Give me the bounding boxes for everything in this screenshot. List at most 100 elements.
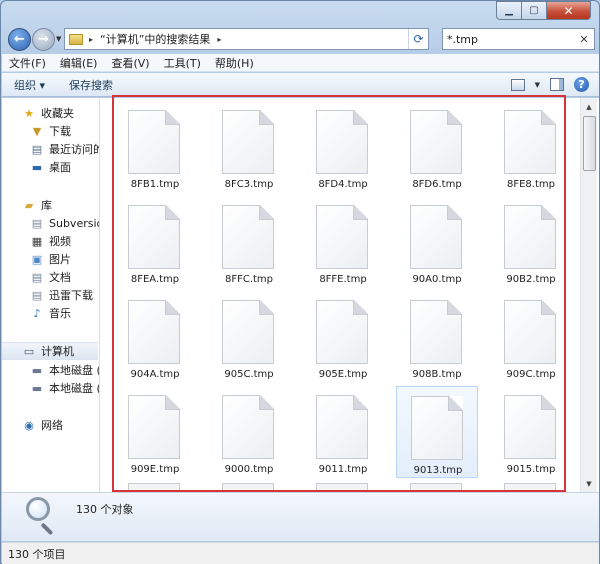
nav-local-disk-d[interactable]: ▬ 本地磁盘 (D bbox=[30, 379, 99, 397]
subversion-library-icon: ▤ bbox=[31, 216, 43, 230]
search-input[interactable]: *.tmp bbox=[447, 33, 478, 46]
save-search-button[interactable]: 保存搜索 bbox=[57, 77, 125, 93]
nav-pictures[interactable]: ▣ 图片 bbox=[30, 250, 71, 268]
file-name: 908B.tmp bbox=[412, 369, 462, 380]
organize-button[interactable]: 组织 ▾ bbox=[2, 77, 57, 93]
nav-recent-places[interactable]: ▤ 最近访问的 bbox=[30, 140, 100, 158]
file-item[interactable]: 908B.tmp bbox=[396, 291, 478, 383]
nav-downloads[interactable]: ▼ 下载 bbox=[30, 122, 71, 140]
nav-music[interactable]: ♪ 音乐 bbox=[30, 304, 71, 322]
tmp-file-icon bbox=[316, 205, 368, 269]
file-item[interactable]: 8FFC.tmp bbox=[208, 196, 290, 288]
nav-label: 本地磁盘 (D bbox=[49, 382, 99, 395]
scroll-up-icon[interactable]: ▲ bbox=[581, 98, 597, 115]
file-item[interactable]: 8FE8.tmp bbox=[490, 101, 572, 193]
nav-label: 计算机 bbox=[41, 345, 74, 358]
downloads-folder-icon: ▼ bbox=[32, 124, 42, 138]
back-arrow-icon: ← bbox=[14, 32, 25, 47]
file-name: 9015.tmp bbox=[506, 464, 556, 475]
breadcrumb-chevron-icon[interactable]: ▸ bbox=[214, 35, 224, 44]
maximize-icon: ▢ bbox=[529, 5, 539, 16]
file-item[interactable]: 8FC3.tmp bbox=[208, 101, 290, 193]
search-box[interactable]: *.tmp ✕ bbox=[442, 28, 595, 50]
nav-favorites[interactable]: ★ 收藏夹 bbox=[22, 104, 74, 122]
nav-libraries[interactable]: ▰ 库 bbox=[22, 196, 52, 214]
tmp-file-icon bbox=[128, 110, 180, 174]
file-name: 909E.tmp bbox=[130, 464, 180, 475]
file-name: 8FEA.tmp bbox=[130, 274, 180, 285]
file-item[interactable]: 904A.tmp bbox=[114, 291, 196, 383]
breadcrumb-search-results[interactable]: “计算机”中的搜索结果 bbox=[96, 29, 214, 49]
recent-pages-dropdown-icon[interactable]: ▼ bbox=[56, 35, 61, 43]
nav-computer[interactable]: ▭ 计算机 bbox=[2, 342, 98, 360]
file-item[interactable]: 909E.tmp bbox=[114, 386, 196, 478]
refresh-icon[interactable]: ⟳ bbox=[408, 29, 428, 49]
view-options-dropdown-icon[interactable]: ▼ bbox=[535, 81, 540, 89]
change-view-icon[interactable] bbox=[510, 78, 525, 91]
nav-label: 下载 bbox=[49, 125, 71, 138]
file-item[interactable]: 9013.tmp bbox=[396, 386, 478, 478]
help-icon[interactable]: ? bbox=[574, 77, 589, 92]
file-item[interactable]: 90B2.tmp bbox=[490, 196, 572, 288]
tmp-file-icon bbox=[504, 483, 556, 492]
details-pane: 130 个对象 bbox=[2, 492, 599, 541]
minimize-button[interactable]: ▁ bbox=[496, 1, 522, 20]
xunlei-folder-icon: ▤ bbox=[31, 288, 43, 302]
clear-search-icon[interactable]: ✕ bbox=[574, 33, 594, 46]
nav-xunlei-downloads[interactable]: ▤ 迅雷下载 bbox=[30, 286, 93, 304]
back-button[interactable]: ← bbox=[8, 28, 31, 51]
nav-subversion[interactable]: ▤ Subversion bbox=[30, 214, 99, 232]
nav-desktop[interactable]: ▬ 桌面 bbox=[30, 158, 71, 176]
file-name: 9011.tmp bbox=[318, 464, 368, 475]
scroll-down-icon[interactable]: ▼ bbox=[581, 475, 597, 492]
file-item[interactable]: 8FFE.tmp bbox=[302, 196, 384, 288]
tmp-file-icon bbox=[504, 205, 556, 269]
menu-help[interactable]: 帮助(H) bbox=[208, 55, 261, 71]
file-item[interactable]: 905C.tmp bbox=[208, 291, 290, 383]
nav-local-disk-c[interactable]: ▬ 本地磁盘 (C bbox=[30, 361, 99, 379]
tmp-file-icon bbox=[410, 483, 462, 492]
result-count: 130 个对象 bbox=[76, 503, 134, 516]
menu-tools[interactable]: 工具(T) bbox=[157, 55, 208, 71]
nav-label: 桌面 bbox=[49, 161, 71, 174]
menu-view[interactable]: 查看(V) bbox=[104, 55, 156, 71]
tmp-file-icon bbox=[222, 205, 274, 269]
nav-label: 最近访问的 bbox=[49, 143, 100, 156]
command-bar: 组织 ▾ 保存搜索 ▼ ? bbox=[2, 73, 599, 97]
address-bar[interactable]: ▸ “计算机”中的搜索结果 ▸ ⟳ bbox=[64, 28, 429, 50]
file-name: 9000.tmp bbox=[224, 464, 274, 475]
file-item[interactable]: 8FD6.tmp bbox=[396, 101, 478, 193]
nav-documents[interactable]: ▤ 文档 bbox=[30, 268, 71, 286]
tmp-file-icon bbox=[316, 110, 368, 174]
nav-videos[interactable]: ▦ 视频 bbox=[30, 232, 71, 250]
vertical-scrollbar[interactable]: ▲ ▼ bbox=[580, 98, 597, 492]
tmp-file-icon bbox=[410, 300, 462, 364]
tmp-file-icon bbox=[410, 205, 462, 269]
file-item[interactable]: 90A0.tmp bbox=[396, 196, 478, 288]
library-icon: ▰ bbox=[24, 198, 34, 212]
breadcrumb-chevron-icon[interactable]: ▸ bbox=[86, 35, 96, 44]
file-name: 905E.tmp bbox=[318, 369, 368, 380]
forward-button[interactable]: → bbox=[32, 28, 55, 51]
close-icon: ✕ bbox=[563, 3, 574, 18]
tmp-file-icon bbox=[411, 396, 463, 460]
preview-pane-icon[interactable] bbox=[550, 78, 564, 91]
file-item[interactable]: 8FD4.tmp bbox=[302, 101, 384, 193]
file-item[interactable]: 8FB1.tmp bbox=[114, 101, 196, 193]
file-item[interactable]: 9011.tmp bbox=[302, 386, 384, 478]
item-count: 130 个项目 bbox=[8, 547, 66, 561]
menu-file[interactable]: 文件(F) bbox=[2, 55, 53, 71]
nav-network[interactable]: ◉ 网络 bbox=[22, 416, 63, 434]
scrollbar-thumb[interactable] bbox=[583, 116, 596, 171]
file-name: 8FC3.tmp bbox=[224, 179, 274, 190]
menu-edit[interactable]: 编辑(E) bbox=[53, 55, 105, 71]
file-item[interactable]: 9000.tmp bbox=[208, 386, 290, 478]
file-item[interactable]: 8FEA.tmp bbox=[114, 196, 196, 288]
file-name: 905C.tmp bbox=[224, 369, 274, 380]
tmp-file-icon bbox=[504, 110, 556, 174]
file-item[interactable]: 905E.tmp bbox=[302, 291, 384, 383]
close-button[interactable]: ✕ bbox=[547, 1, 591, 20]
file-item[interactable]: 909C.tmp bbox=[490, 291, 572, 383]
file-item[interactable]: 9015.tmp bbox=[490, 386, 572, 478]
maximize-button[interactable]: ▢ bbox=[522, 1, 547, 20]
